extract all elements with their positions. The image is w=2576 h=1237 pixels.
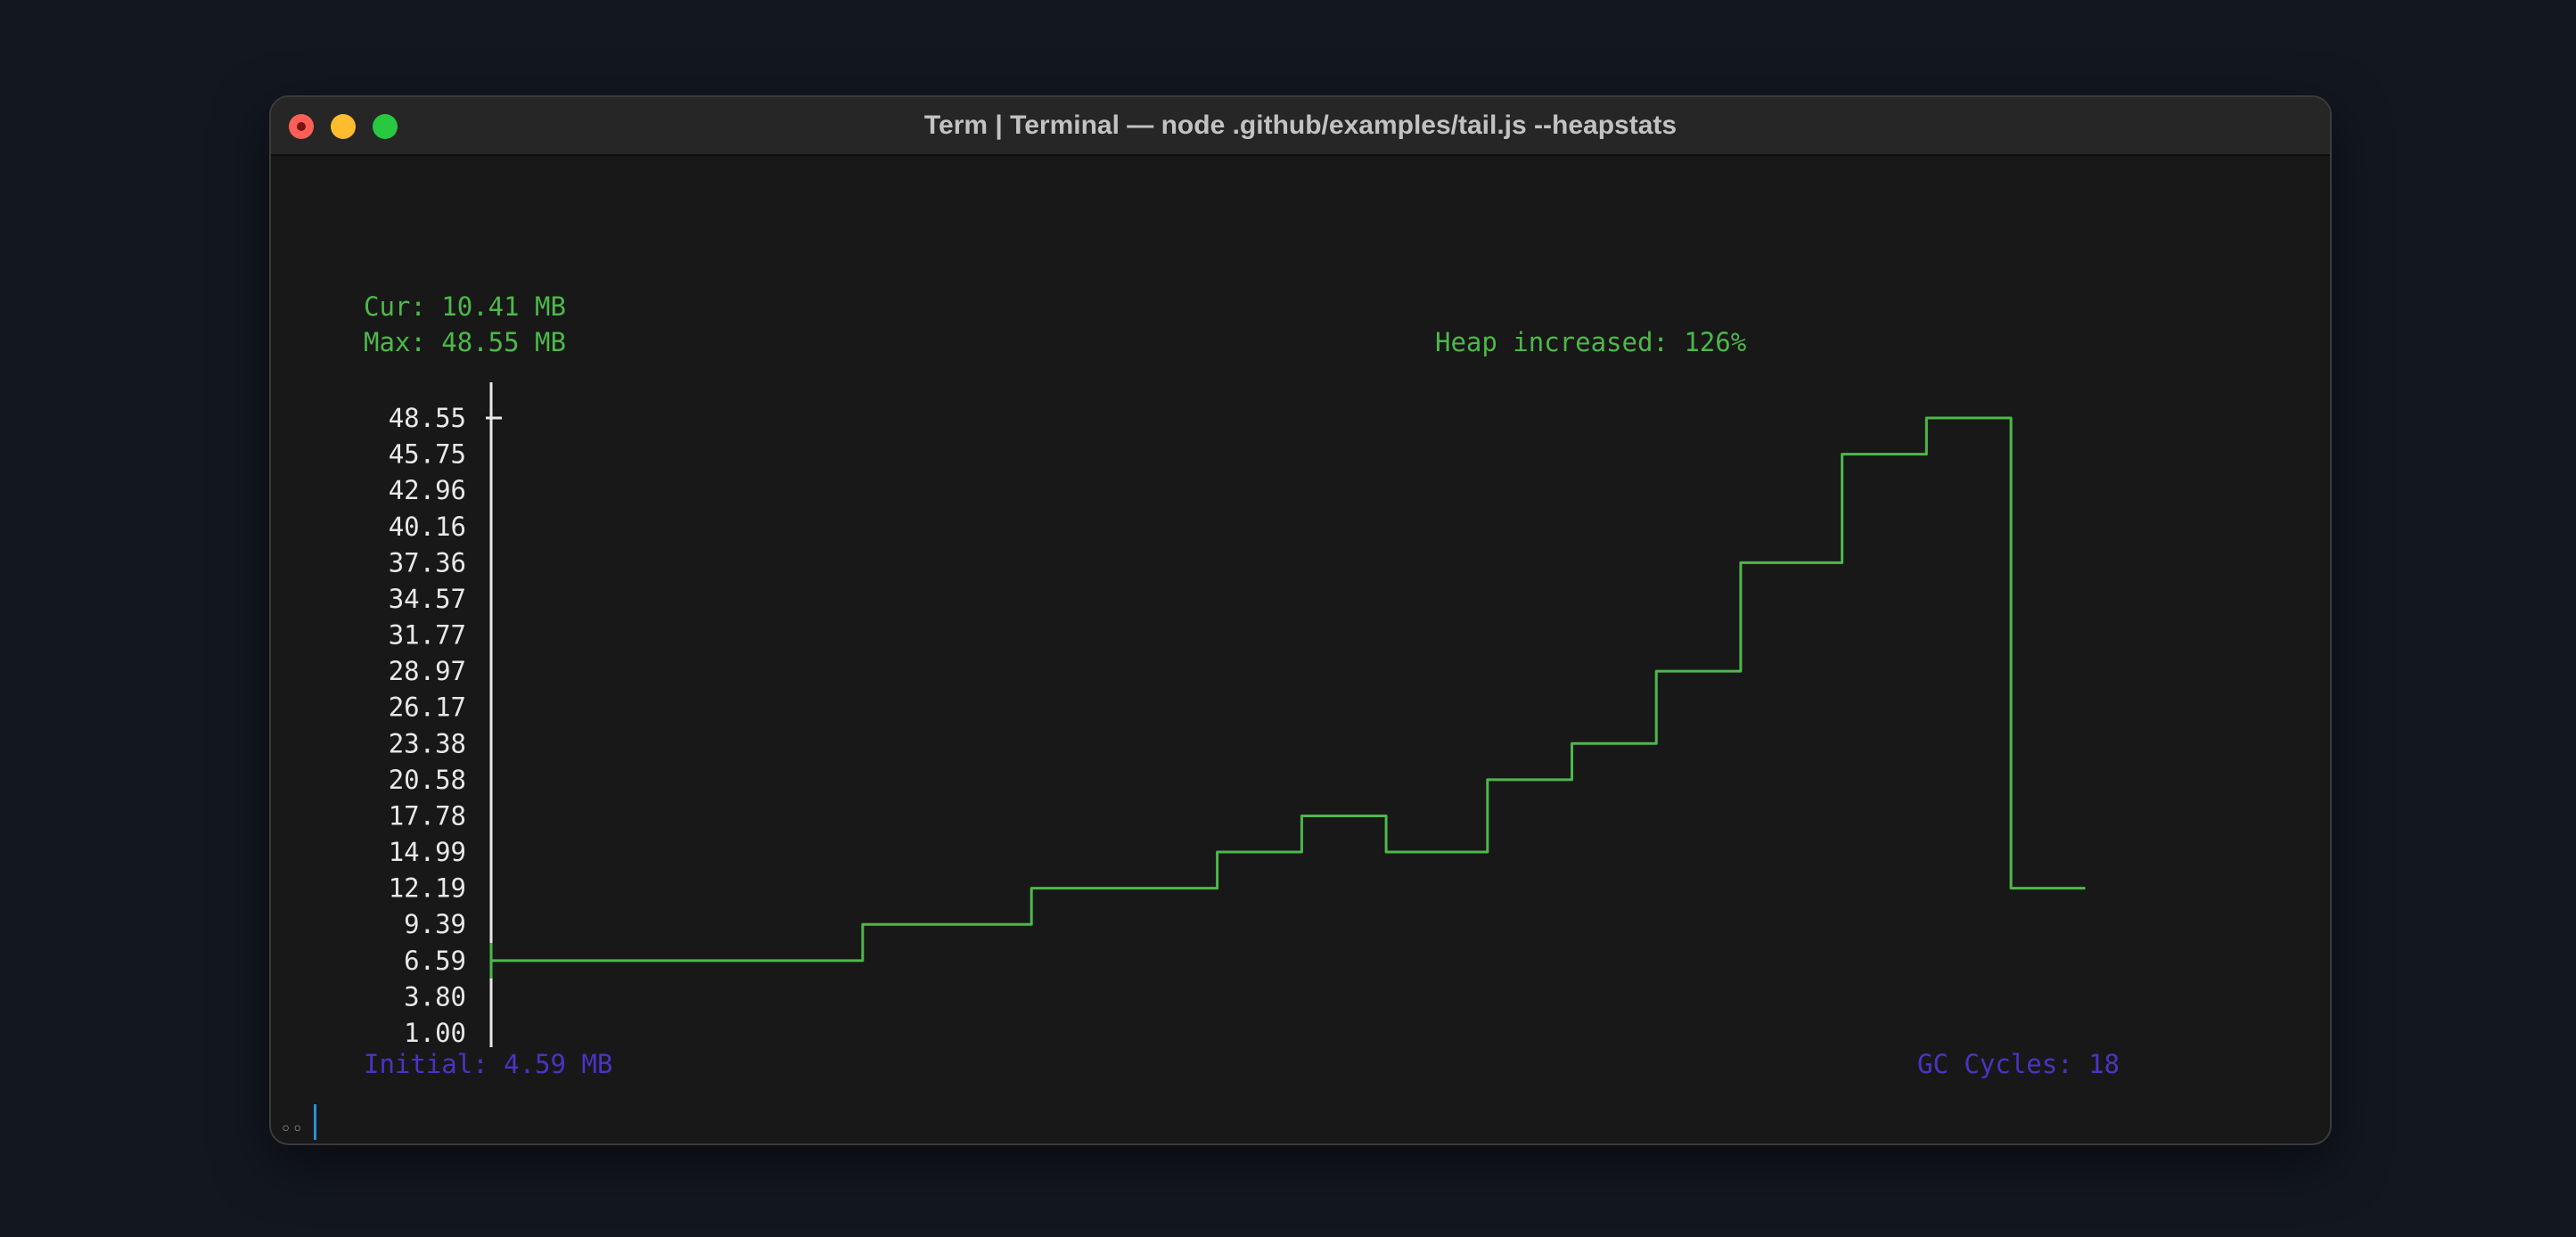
title-bar: Term | Terminal — node .github/examples/… bbox=[271, 97, 2330, 156]
y-tick-label: 26.17 bbox=[389, 692, 466, 723]
y-tick-label: 34.57 bbox=[389, 584, 466, 614]
window-title: Term | Terminal — node .github/examples/… bbox=[923, 111, 1678, 140]
heap-series-line bbox=[491, 416, 2086, 963]
text-cursor bbox=[314, 1104, 316, 1140]
heap-chart: 48.55 45.75 42.96 40.16 37.36 34.57 31.77 28.97… bbox=[389, 382, 2086, 1047]
y-tick-label: 23.38 bbox=[389, 728, 466, 758]
y-tick-label: 28.97 bbox=[389, 656, 466, 686]
y-tick-label: 40.16 bbox=[389, 512, 466, 542]
y-tick-label: 45.75 bbox=[389, 439, 466, 470]
terminal-content[interactable]: Cur: 10.41 MB Max: 48.55 MB Heap increas… bbox=[271, 156, 2330, 1143]
y-tick-label: 12.19 bbox=[389, 873, 466, 904]
y-tick-label: 1.00 bbox=[404, 1018, 466, 1047]
y-tick-label: 17.78 bbox=[389, 800, 466, 831]
y-tick-label: 37.36 bbox=[389, 547, 466, 578]
y-tick-label: 14.99 bbox=[389, 837, 466, 867]
y-tick-label: 9.39 bbox=[404, 909, 466, 939]
shell-prompt: ◦◦ bbox=[280, 1118, 304, 1141]
y-tick-label: 31.77 bbox=[389, 620, 466, 651]
y-tick-label: 6.59 bbox=[404, 946, 466, 976]
terminal-window: Term | Terminal — node .github/examples/… bbox=[269, 95, 2332, 1145]
y-tick-label: 3.80 bbox=[404, 981, 466, 1012]
y-tick-label: 20.58 bbox=[389, 765, 466, 795]
gc-cycles-label: GC Cycles: 18 bbox=[1917, 1049, 2120, 1079]
initial-heap-label: Initial: 4.59 MB bbox=[364, 1049, 613, 1079]
y-tick-label: 42.96 bbox=[389, 475, 466, 505]
y-tick-label: 48.55 bbox=[389, 403, 466, 433]
